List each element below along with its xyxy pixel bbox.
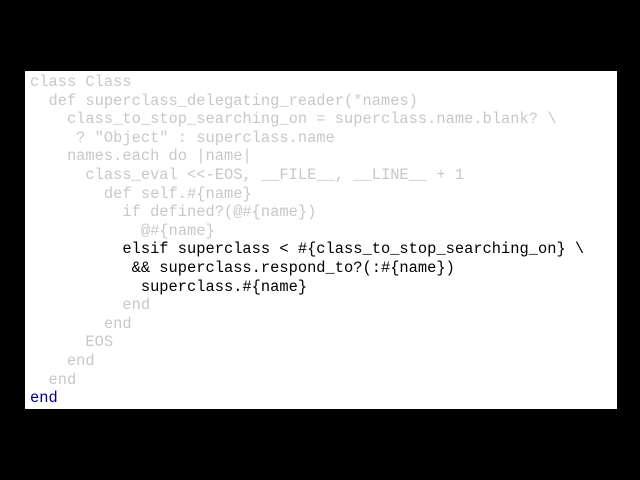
- code-line-1: class Class: [30, 73, 132, 91]
- code-line-15: EOS: [30, 333, 114, 352]
- code-line-3: class_to_stop_searching_on = superclass.…: [30, 110, 557, 129]
- code-line-13: end: [30, 296, 151, 315]
- code-line-18-final-end: end: [30, 389, 58, 408]
- code-line-7: def self.#{name}: [30, 184, 252, 203]
- code-line-9: @#{name}: [30, 221, 215, 240]
- code-line-5: names.each do |name|: [30, 147, 252, 166]
- code-line-11-highlighted: && superclass.respond_to?(:#{name}): [30, 258, 455, 277]
- code-line-8: if defined?(@#{name}): [30, 203, 317, 222]
- code-line-12-highlighted: superclass.#{name}: [30, 277, 308, 296]
- code-line-17: end: [30, 370, 77, 389]
- code-line-16: end: [30, 351, 95, 370]
- code-line-6: class_eval <<-EOS, __FILE__, __LINE__ + …: [30, 165, 465, 184]
- code-line-10-highlighted: elsif superclass < #{class_to_stop_searc…: [30, 240, 585, 259]
- code-slide-panel: class Class def superclass_delegating_re…: [25, 71, 617, 409]
- code-line-4: ? "Object" : superclass.name: [30, 128, 335, 147]
- code-line-14: end: [30, 314, 132, 333]
- code-line-2: def superclass_delegating_reader(*names): [30, 91, 418, 110]
- ruby-code-block: class Class def superclass_delegating_re…: [30, 73, 584, 408]
